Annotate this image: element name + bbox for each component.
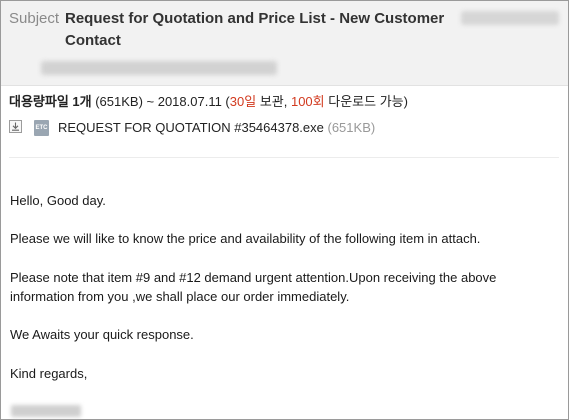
- redacted-signature: [11, 405, 81, 417]
- attachment-count: 대용량파일 1개: [9, 94, 92, 109]
- redacted-sender: [41, 61, 277, 75]
- redacted-date: [461, 11, 559, 25]
- download-suffix: 다운로드 가능): [324, 94, 408, 109]
- attachment-size-expiry: (651KB) ~ 2018.07.11 (: [91, 94, 230, 109]
- download-icon[interactable]: [9, 120, 22, 133]
- body-paragraph-3: We Awaits your quick response.: [10, 327, 194, 342]
- attachment-link[interactable]: REQUEST FOR QUOTATION #35464378.exe (651…: [58, 120, 375, 135]
- attachment-summary: 대용량파일 1개 (651KB) ~ 2018.07.11 (30일 보관, 1…: [9, 91, 408, 110]
- attachment-filesize: (651KB): [327, 120, 376, 135]
- subject-label: Subject: [9, 10, 60, 27]
- file-type-label: ETC: [35, 125, 48, 131]
- retention-suffix: 보관,: [256, 94, 291, 109]
- divider: [9, 157, 559, 158]
- body-paragraph-2: Please note that item #9 and #12 demand …: [10, 270, 497, 304]
- download-count: 100회: [290, 94, 325, 109]
- retention-days: 30일: [229, 94, 257, 109]
- closing-text: Kind regards,: [10, 366, 88, 381]
- greeting-text: Hello, Good day.: [10, 193, 106, 208]
- subject-title: Request for Quotation and Price List - N…: [65, 10, 445, 49]
- email-header: Subject Request for Quotation and Price …: [1, 1, 568, 86]
- body-paragraph-1: Please we will like to know the price an…: [10, 231, 481, 246]
- attachment-filename: REQUEST FOR QUOTATION #35464378.exe: [58, 120, 324, 135]
- file-type-icon: ETC: [34, 120, 49, 136]
